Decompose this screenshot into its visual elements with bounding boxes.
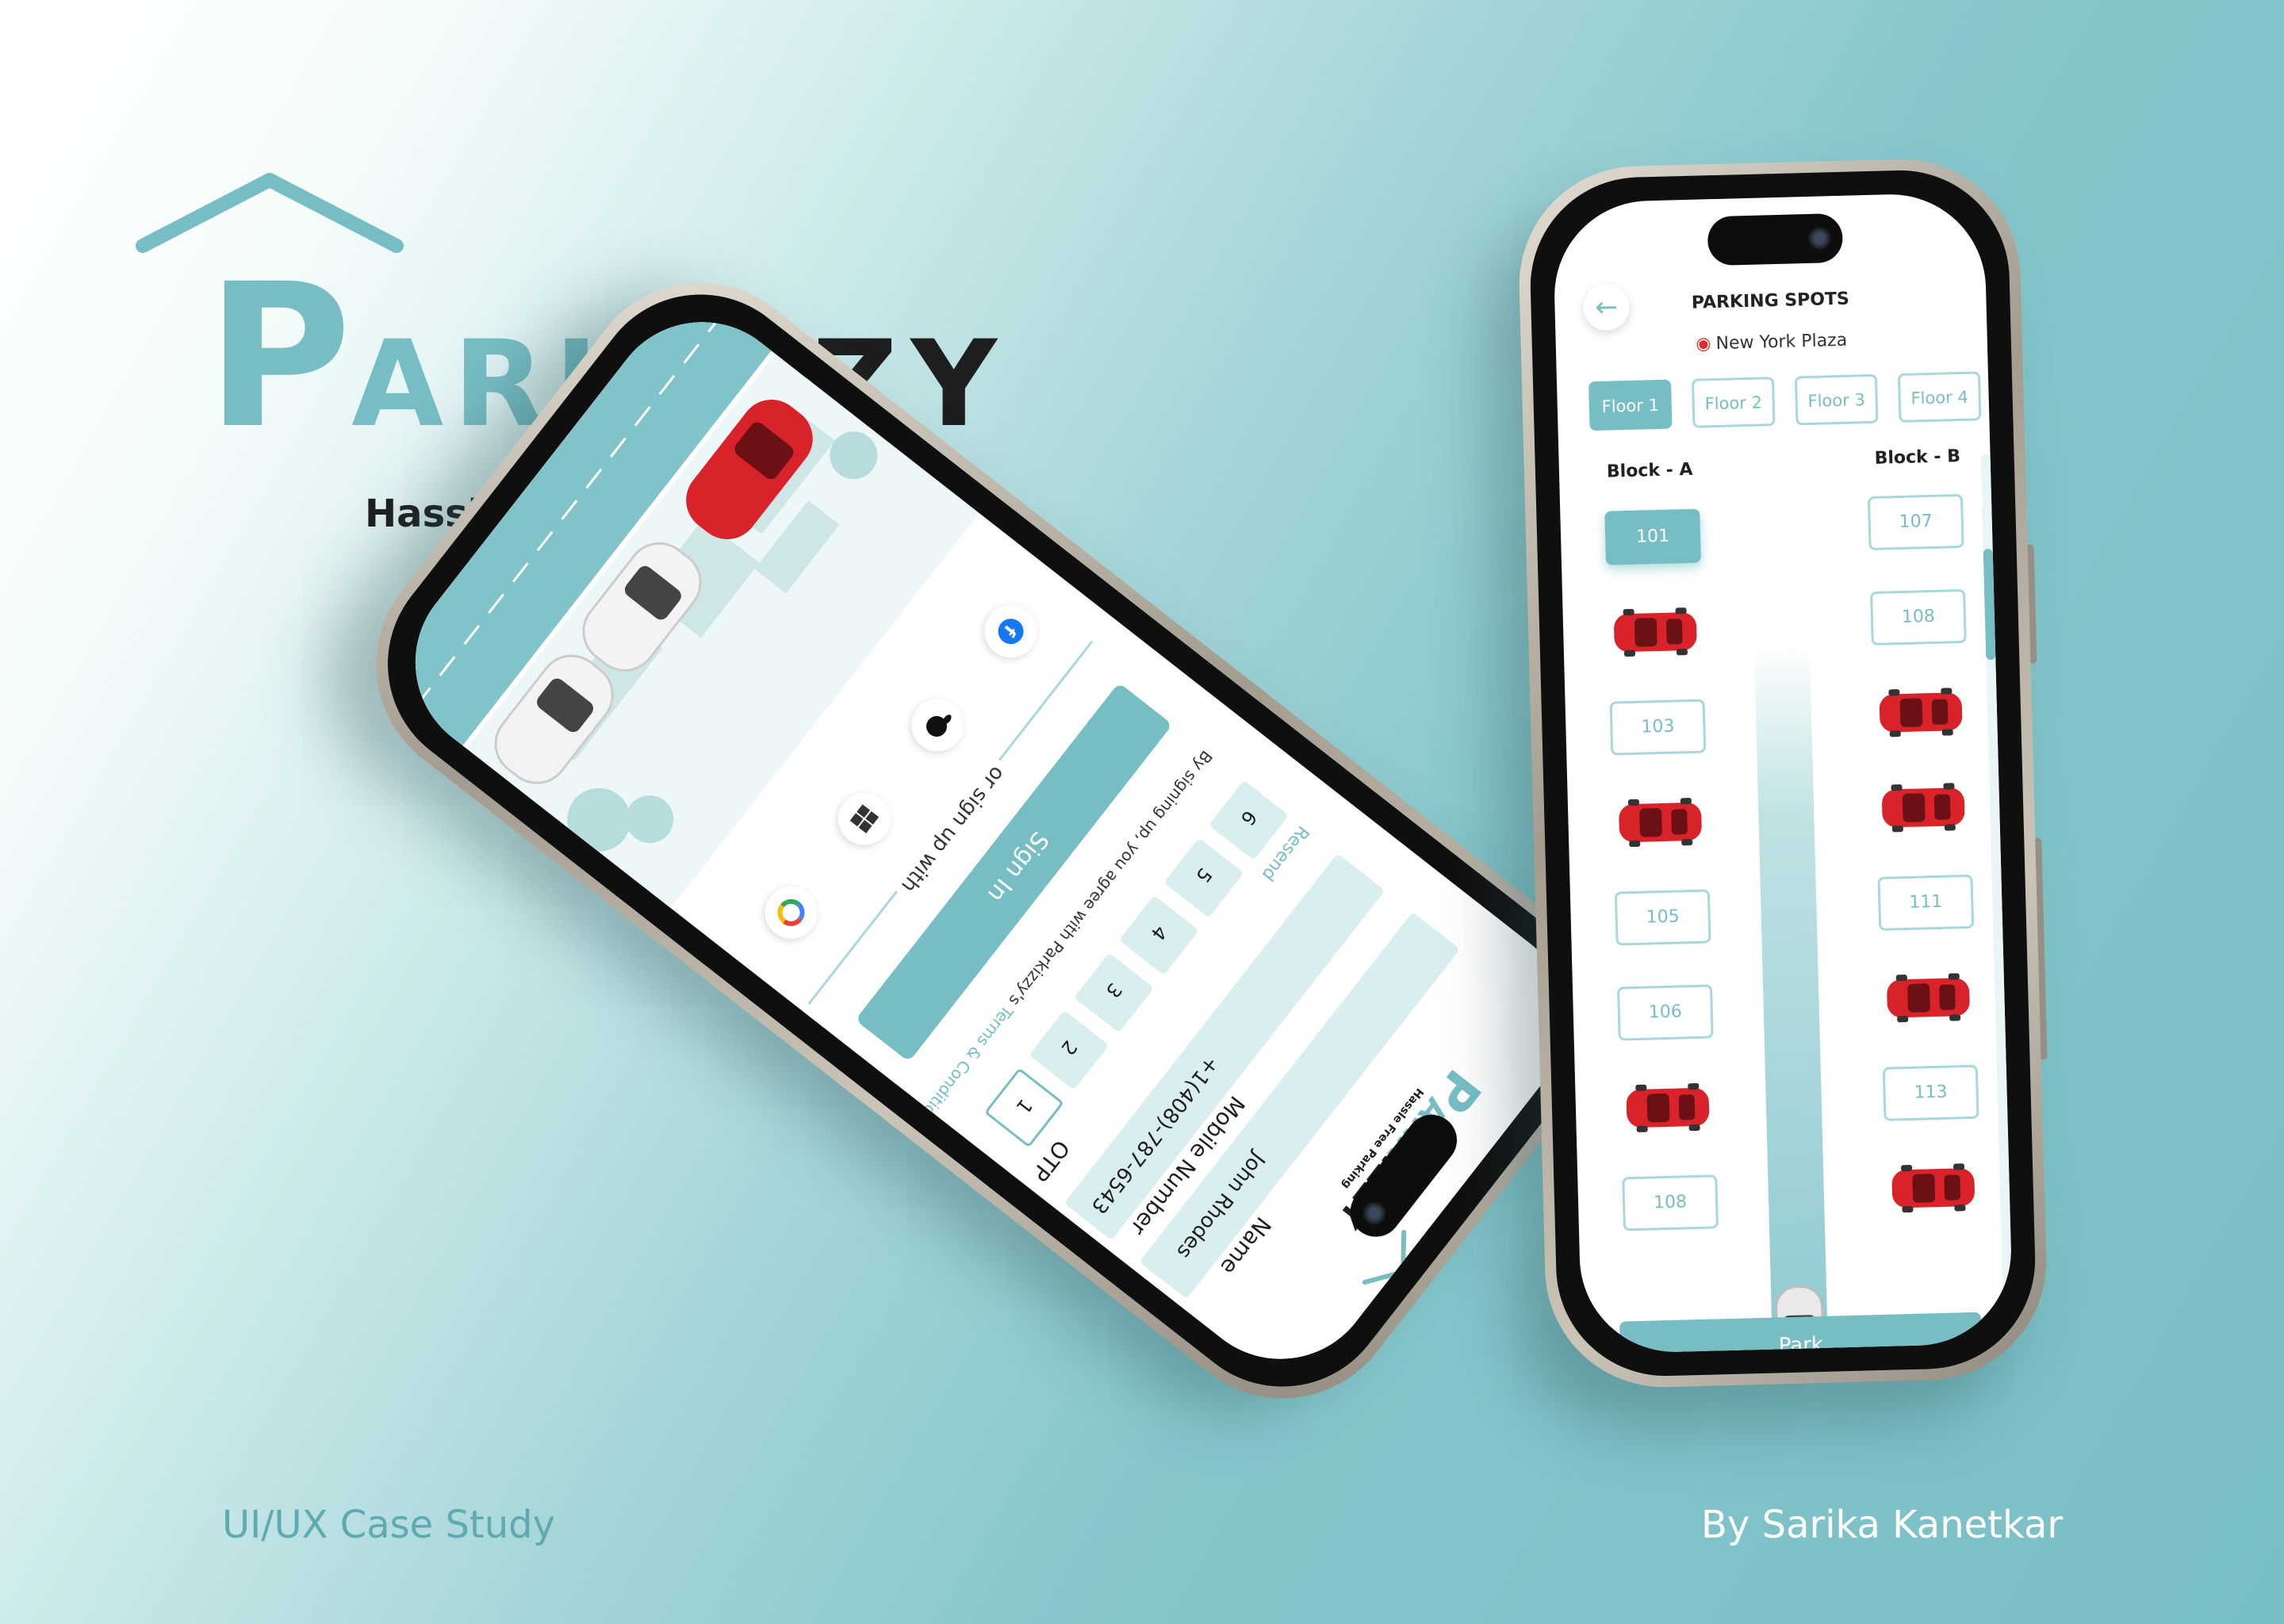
google-button[interactable] [754, 875, 828, 950]
parking-slot[interactable]: 108 [1622, 1174, 1719, 1231]
scrollbar[interactable] [1980, 454, 2014, 1326]
parking-slot[interactable]: 107 [1867, 493, 1964, 551]
block-b-label: Block - B [1874, 446, 1961, 469]
parking-slot[interactable]: 111 [1877, 874, 1975, 931]
occupied-car-icon [1882, 783, 1965, 833]
parking-slot[interactable]: 101 [1604, 508, 1702, 565]
dynamic-island [1707, 213, 1844, 266]
otp-digit: 4 [1146, 921, 1171, 944]
block-a-slots: 101 103 105 106 108 [1552, 192, 1983, 1231]
otp-box[interactable]: 5 [1163, 837, 1244, 918]
otp-digit: 2 [1056, 1036, 1082, 1059]
author-label: By Sarika Kanetkar [1701, 1503, 2064, 1547]
otp-digit: 6 [1236, 806, 1262, 829]
park-button[interactable]: Park [1619, 1312, 1983, 1354]
camera-icon [1807, 226, 1832, 251]
driving-lane [1753, 641, 1828, 1348]
microsoft-button[interactable] [827, 782, 902, 856]
wordmark-p: P [206, 241, 352, 472]
parking-screen: ← PARKING SPOTS ◉ New York Plaza Floor 1 … [1552, 192, 2014, 1354]
occupied-car-icon [1619, 798, 1702, 848]
apple-button[interactable] [900, 688, 975, 762]
phone-frame: ← PARKING SPOTS ◉ New York Plaza Floor 1 … [1516, 155, 2050, 1391]
facebook-icon: f [998, 619, 1024, 645]
otp-box[interactable]: 4 [1118, 894, 1199, 975]
tab-floor-2[interactable]: Floor 2 [1691, 377, 1776, 428]
location-label: New York Plaza [1715, 330, 1848, 354]
occupied-car-icon [1626, 1082, 1710, 1132]
parking-slot[interactable]: 108 [1870, 588, 1967, 646]
privacy-link[interactable]: Privacy Policy. [815, 1154, 899, 1253]
tab-floor-3[interactable]: Floor 3 [1794, 373, 1879, 426]
sign-in-label: Sign In [981, 825, 1054, 908]
parking-slot[interactable]: 106 [1616, 984, 1714, 1041]
occupied-car-icon [1614, 607, 1697, 657]
otp-box[interactable]: 2 [1029, 1009, 1109, 1090]
parking-slot[interactable]: 103 [1609, 699, 1707, 756]
phone-bezel: ← PARKING SPOTS ◉ New York Plaza Floor 1 … [1527, 167, 2038, 1379]
tab-floor-4[interactable]: Floor 4 [1897, 371, 1982, 423]
scrollbar-thumb[interactable] [1983, 548, 1996, 661]
otp-digit: 1 [1011, 1094, 1037, 1118]
block-b-slots: 107 108 111 113 [1552, 192, 1983, 1213]
parking-slot[interactable]: 113 [1882, 1064, 1979, 1121]
block-a-label: Block - A [1606, 459, 1693, 482]
location-pin-icon: ◉ [1696, 334, 1711, 354]
tab-floor-1[interactable]: Floor 1 [1588, 379, 1673, 431]
occupied-car-icon [1891, 1163, 1975, 1213]
apple-icon [926, 714, 952, 737]
occupied-car-icon [1879, 688, 1963, 737]
parking-phone: ← PARKING SPOTS ◉ New York Plaza Floor 1 … [1516, 155, 2050, 1391]
occupied-car-icon [1887, 973, 1970, 1023]
camera-icon [1357, 1196, 1392, 1231]
google-icon [777, 898, 805, 926]
otp-box[interactable]: 3 [1074, 952, 1155, 1033]
facebook-button[interactable]: f [974, 594, 1048, 668]
case-study-label: UI/UX Case Study [222, 1503, 556, 1547]
otp-digit: 3 [1101, 979, 1127, 1002]
parking-slot[interactable]: 105 [1614, 889, 1711, 946]
location: ◉ New York Plaza [1556, 327, 1987, 358]
otp-digit: 5 [1191, 864, 1217, 887]
terms-and: and [886, 1126, 920, 1162]
windows-icon [849, 804, 879, 833]
